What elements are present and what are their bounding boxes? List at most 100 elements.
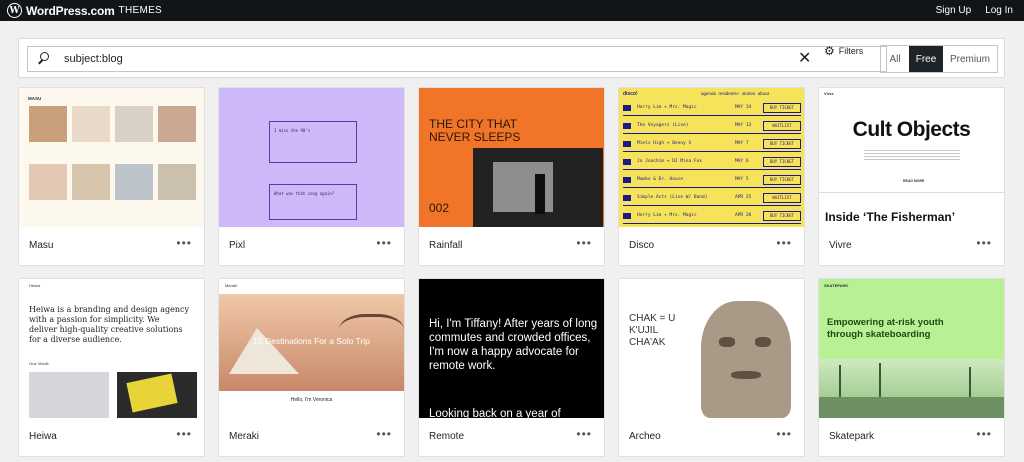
more-options-icon[interactable]: ••• [976, 427, 992, 441]
more-options-icon[interactable]: ••• [176, 236, 192, 250]
theme-name[interactable]: Skatepark [829, 431, 874, 442]
wordpress-logo[interactable]: W WordPress.com THEMES [7, 3, 162, 18]
vivre-site-title: Vivre [824, 91, 834, 96]
disco-ticket-button[interactable]: BUY TICKET [763, 157, 801, 167]
theme-card-remote[interactable]: Hi, I'm Tiffany! After years of long com… [418, 278, 605, 457]
theme-name[interactable]: Archeo [629, 431, 661, 442]
theme-preview-masu[interactable]: MASU [19, 88, 204, 227]
filters-button[interactable]: ⚙ Filters [824, 44, 863, 58]
more-options-icon[interactable]: ••• [376, 427, 392, 441]
masu-site-title: MASU [28, 96, 42, 101]
tab-free[interactable]: Free [909, 46, 943, 72]
masu-thumb-1 [29, 106, 67, 142]
theme-name[interactable]: Vivre [829, 240, 852, 251]
disco-ticket-button[interactable]: WAITLIST [763, 121, 801, 131]
theme-name[interactable]: Remote [429, 431, 464, 442]
vivre-subheadline: Inside ‘The Fisherman’ [825, 210, 956, 224]
disco-event-icon [623, 213, 631, 219]
theme-name[interactable]: Meraki [229, 431, 259, 442]
theme-card-skatepark[interactable]: SKATEPARK Empowering at-risk youth throu… [818, 278, 1005, 457]
theme-card-heiwa[interactable]: Heiwa Heiwa is a branding and design age… [18, 278, 205, 457]
skatepark-headline: Empowering at-risk youth through skatebo… [827, 317, 944, 340]
disco-event-date: MAY 13 [735, 123, 752, 128]
theme-card-meraki[interactable]: Meraki 10 Destinations For a Solo Trip H… [218, 278, 405, 457]
signup-link[interactable]: Sign Up [936, 5, 972, 16]
wordpress-icon: W [7, 3, 22, 18]
theme-preview-rainfall[interactable]: THE CITY THAT NEVER SLEEPS 002 [419, 88, 604, 227]
disco-event-row[interactable]: The Voyagers (Live) MAY 13 WAITLIST [623, 119, 801, 134]
disco-event-row[interactable]: Jo Joachim + DJ Mina Fox MAY 6 BUY TICKET [623, 155, 801, 170]
rainfall-photo [473, 148, 603, 227]
theme-name[interactable]: Masu [29, 240, 53, 251]
more-options-icon[interactable]: ••• [776, 236, 792, 250]
tab-all[interactable]: All [881, 46, 909, 72]
top-bar: W WordPress.com THEMES Sign Up Log In [0, 0, 1024, 21]
filters-label: Filters [838, 46, 864, 56]
disco-ticket-button[interactable]: BUY TICKET [763, 211, 801, 221]
tier-filter: All Free Premium [880, 45, 998, 73]
masu-thumb-4 [158, 106, 196, 142]
masu-thumb-6 [72, 164, 110, 200]
theme-preview-disco[interactable]: disco! agenda residents+ stories about H… [619, 88, 804, 227]
disco-event-name: Simple Acts (Live W/ Band) [637, 195, 708, 200]
disco-event-row[interactable]: Simple Acts (Live W/ Band) APR 25 WAITLIST [623, 191, 801, 206]
meraki-headline: 10 Destinations For a Solo Trip [253, 336, 370, 346]
login-link[interactable]: Log In [985, 5, 1013, 16]
brand-name: WordPress.com [26, 3, 115, 18]
more-options-icon[interactable]: ••• [576, 236, 592, 250]
rainfall-headline: THE CITY THAT NEVER SLEEPS [429, 117, 521, 144]
heiwa-section-title: Our Work [29, 361, 49, 366]
theme-preview-pixl[interactable]: I miss the 90's What was that song again… [219, 88, 404, 227]
disco-event-name: The Voyagers (Live) [637, 123, 689, 128]
more-options-icon[interactable]: ••• [576, 427, 592, 441]
archeo-sculpture-image [701, 301, 791, 418]
disco-event-row[interactable]: Miels High + Benny S MAY 7 BUY TICKET [623, 137, 801, 152]
theme-card-vivre[interactable]: Vivre Cult Objects READ MORE Inside ‘The… [818, 87, 1005, 266]
section-name: THEMES [118, 5, 163, 16]
disco-event-date: MAY 7 [735, 141, 749, 146]
disco-event-icon [623, 177, 631, 183]
tab-premium[interactable]: Premium [943, 46, 997, 72]
search-icon [38, 51, 54, 67]
theme-name[interactable]: Disco [629, 240, 654, 251]
heiwa-site-title: Heiwa [29, 283, 41, 288]
disco-ticket-button[interactable]: BUY TICKET [763, 103, 801, 113]
disco-ticket-button[interactable]: BUY TICKET [763, 175, 801, 185]
theme-preview-heiwa[interactable]: Heiwa Heiwa is a branding and design age… [19, 279, 204, 418]
theme-card-masu[interactable]: MASU Masu ••• [18, 87, 205, 266]
disco-event-row[interactable]: Horry Lim + Mrs. Magic MAY 14 BUY TICKET [623, 101, 801, 116]
disco-event-row[interactable]: Horry Lim + Mrs. Magic APR 20 BUY TICKET [623, 209, 801, 224]
search-field: ✕ [27, 46, 887, 72]
disco-ticket-button[interactable]: BUY TICKET [763, 139, 801, 149]
pixl-post-title-1: I miss the 90's [274, 128, 311, 133]
disco-ticket-button[interactable]: WAITLIST [763, 193, 801, 203]
theme-preview-remote[interactable]: Hi, I'm Tiffany! After years of long com… [419, 279, 604, 418]
disco-event-date: APR 25 [735, 195, 752, 200]
theme-preview-archeo[interactable]: CHAK = U K'UJIL CHA'AK [619, 279, 804, 418]
heiwa-work-image-1 [29, 372, 109, 418]
disco-event-name: Jo Joachim + DJ Mina Fox [637, 159, 703, 164]
theme-card-pixl[interactable]: I miss the 90's What was that song again… [218, 87, 405, 266]
theme-preview-skatepark[interactable]: SKATEPARK Empowering at-risk youth throu… [819, 279, 1004, 418]
theme-preview-meraki[interactable]: Meraki 10 Destinations For a Solo Trip H… [219, 279, 404, 418]
search-input[interactable] [64, 53, 664, 65]
vivre-read-more: READ MORE [903, 179, 925, 183]
more-options-icon[interactable]: ••• [176, 427, 192, 441]
disco-event-icon [623, 141, 631, 147]
theme-name[interactable]: Rainfall [429, 240, 462, 251]
more-options-icon[interactable]: ••• [976, 236, 992, 250]
disco-event-name: Miels High + Benny S [637, 141, 692, 146]
meraki-greeting: Hello, I'm Veronica [290, 397, 333, 403]
more-options-icon[interactable]: ••• [376, 236, 392, 250]
disco-event-name: Horry Lim + Mrs. Magic [637, 105, 697, 110]
theme-card-rainfall[interactable]: THE CITY THAT NEVER SLEEPS 002 Rainfall … [418, 87, 605, 266]
theme-preview-vivre[interactable]: Vivre Cult Objects READ MORE Inside ‘The… [819, 88, 1004, 227]
clear-search-icon[interactable]: ✕ [798, 50, 811, 68]
theme-card-archeo[interactable]: CHAK = U K'UJIL CHA'AK Archeo ••• [618, 278, 805, 457]
disco-event-row[interactable]: Mambo & Dr. House MAY 5 BUY TICKET [623, 173, 801, 188]
theme-card-disco[interactable]: disco! agenda residents+ stories about H… [618, 87, 805, 266]
more-options-icon[interactable]: ••• [776, 427, 792, 441]
theme-name[interactable]: Heiwa [29, 431, 57, 442]
pixl-post-title-2: What was that song again? [274, 191, 335, 196]
theme-name[interactable]: Pixl [229, 240, 245, 251]
